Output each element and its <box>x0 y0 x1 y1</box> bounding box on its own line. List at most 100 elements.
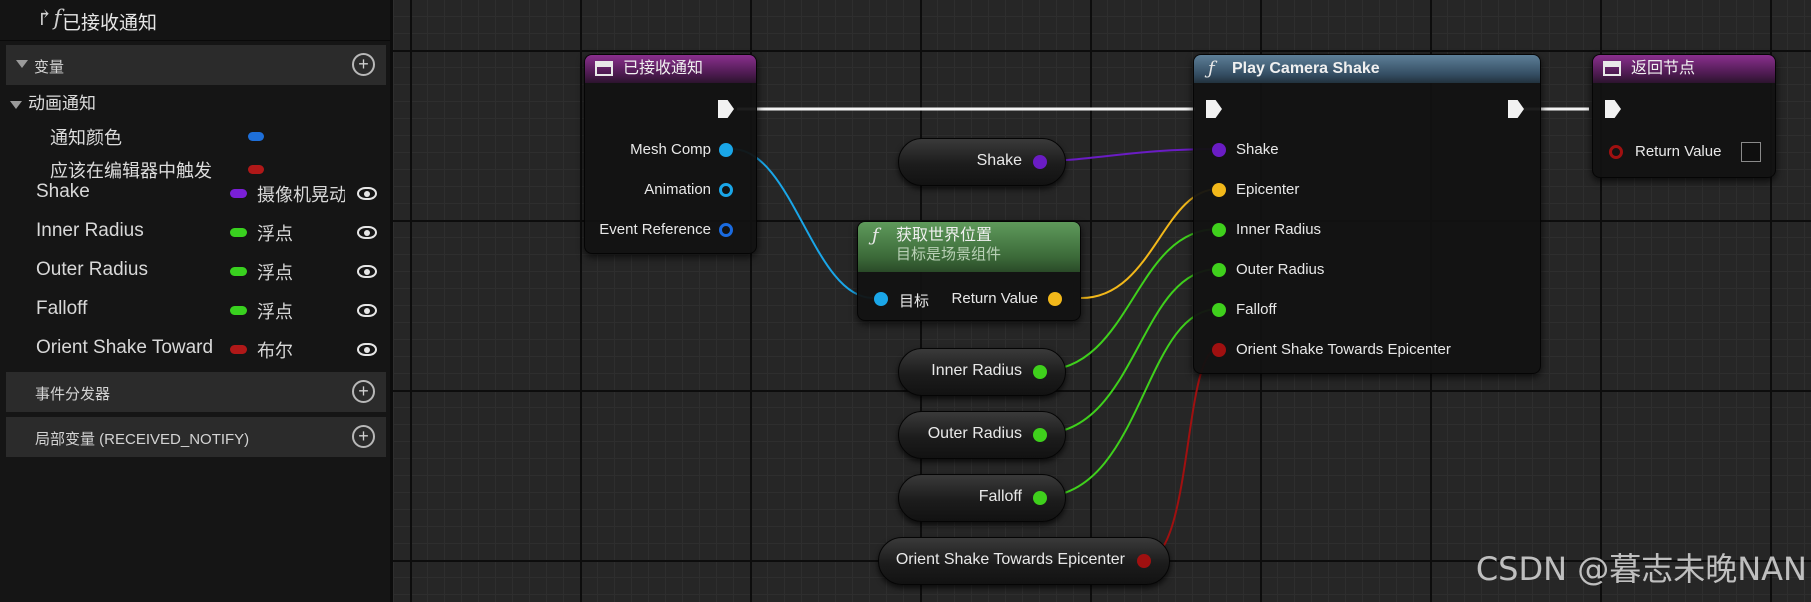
function-title-row[interactable]: ↱f 已接收通知 <box>0 0 390 41</box>
function-title: 已接收通知 <box>62 13 158 34</box>
locals-section-label: 局部变量 (RECEIVED_NOTIFY) <box>35 431 250 448</box>
pin-return-value-in[interactable] <box>1609 145 1623 159</box>
pin-label-orient: Orient Shake Towards Epicenter <box>1236 341 1451 358</box>
pin-outer-radius-out[interactable] <box>1033 428 1047 442</box>
get-inner-radius-variable-node[interactable]: Inner Radius <box>898 348 1066 396</box>
get-falloff-variable-node[interactable]: Falloff <box>898 474 1066 522</box>
pin-label-target: 目标 <box>899 293 930 310</box>
variables-section-header[interactable]: 变量 + <box>6 45 386 85</box>
wire-falloff <box>1039 308 1219 498</box>
pin-event-reference[interactable] <box>719 223 733 237</box>
add-local-variable-icon[interactable]: + <box>352 425 375 448</box>
category-anim-notify[interactable]: 动画通知 <box>10 89 96 114</box>
category-label: 动画通知 <box>28 94 96 113</box>
float-type-pill <box>230 228 247 237</box>
get-world-location-subtitle: 目标是场景组件 <box>896 246 1002 263</box>
my-blueprint-panel: ↱f 已接收通知 变量 + 动画通知 通知颜色 应该在编辑器中触发 Shake … <box>0 0 393 602</box>
pin-mesh-comp[interactable] <box>719 143 733 157</box>
variables-section-label: 变量 <box>34 59 65 76</box>
variable-inner-radius[interactable]: Inner Radius <box>36 220 144 242</box>
return-node-header[interactable]: 返回节点 <box>1593 55 1775 83</box>
pin-label-return-value: Return Value <box>951 290 1038 307</box>
return-node[interactable]: 返回节点 Return Value <box>1592 54 1776 178</box>
float-type-pill <box>230 267 247 276</box>
visibility-eye-icon[interactable] <box>357 265 377 278</box>
add-dispatcher-icon[interactable]: + <box>352 380 375 403</box>
exec-out-pin[interactable] <box>718 100 734 118</box>
collapse-triangle-icon[interactable] <box>16 60 28 68</box>
visibility-eye-icon[interactable] <box>357 187 377 200</box>
pin-inner-radius-in[interactable] <box>1212 223 1226 237</box>
pin-animation[interactable] <box>719 183 733 197</box>
pin-return-value[interactable] <box>1048 292 1062 306</box>
pin-label-shake: Shake <box>1236 141 1279 158</box>
entry-node-received-notify[interactable]: 已接收通知 Mesh Comp Animation Event Referenc… <box>584 54 757 254</box>
function-icon: ƒ <box>1208 58 1215 79</box>
blueprint-graph-canvas[interactable]: 已接收通知 Mesh Comp Animation Event Referenc… <box>393 0 1811 602</box>
collapse-triangle-icon[interactable] <box>10 100 22 109</box>
var-node-label-orient: Orient Shake Towards Epicenter <box>895 551 1125 568</box>
shake-type-pill <box>230 189 247 198</box>
function-icon: ƒ <box>872 225 879 246</box>
get-world-location-node[interactable]: ƒ 获取世界位置 目标是场景组件 目标 Return Value <box>857 221 1081 321</box>
add-variable-icon[interactable]: + <box>352 53 375 76</box>
variable-outer-radius[interactable]: Outer Radius <box>36 259 148 281</box>
entry-node-title: 已接收通知 <box>623 60 704 77</box>
get-world-location-title: 获取世界位置 <box>896 227 993 244</box>
variable-type: 浮点 <box>257 302 293 322</box>
sub-item-notify-color[interactable]: 通知颜色 <box>50 124 122 150</box>
pin-target[interactable] <box>874 292 888 306</box>
event-dispatchers-section-header[interactable]: 事件分发器 + <box>6 372 386 412</box>
bool-type-pill <box>248 165 264 174</box>
pin-label-event-reference: Event Reference <box>599 221 711 238</box>
play-camera-shake-node[interactable]: ƒ Play Camera Shake Shake Epicenter Inne… <box>1193 54 1541 374</box>
pin-orient-in[interactable] <box>1212 343 1226 357</box>
visibility-eye-icon[interactable] <box>357 343 377 356</box>
variable-type: 摄像机晃动 <box>257 185 345 205</box>
pin-label-outer-radius: Outer Radius <box>1236 261 1325 278</box>
wire-orient <box>1144 348 1219 561</box>
var-node-label-falloff: Falloff <box>978 488 1022 505</box>
entry-node-header[interactable]: 已接收通知 <box>585 55 756 83</box>
local-variables-section-header[interactable]: 局部变量 (RECEIVED_NOTIFY) + <box>6 417 386 457</box>
exec-in-pin[interactable] <box>1605 100 1621 118</box>
exec-out-pin[interactable] <box>1508 100 1524 118</box>
get-orient-shake-variable-node[interactable]: Orient Shake Towards Epicenter <box>878 537 1170 585</box>
variable-type: 浮点 <box>257 224 293 244</box>
get-shake-variable-node[interactable]: Shake <box>898 138 1066 186</box>
pin-shake-in[interactable] <box>1212 143 1226 157</box>
variable-falloff[interactable]: Falloff <box>36 298 87 320</box>
var-node-label-outer-radius: Outer Radius <box>927 425 1022 442</box>
get-outer-radius-variable-node[interactable]: Outer Radius <box>898 411 1066 459</box>
pin-epicenter[interactable] <box>1212 183 1226 197</box>
pin-label-falloff: Falloff <box>1236 301 1277 318</box>
var-node-label-shake: Shake <box>976 152 1022 169</box>
pin-label-epicenter: Epicenter <box>1236 181 1300 198</box>
return-node-title: 返回节点 <box>1631 60 1696 77</box>
variable-type: 布尔 <box>257 341 293 361</box>
dispatchers-section-label: 事件分发器 <box>35 386 111 403</box>
pin-inner-radius-out[interactable] <box>1033 365 1047 379</box>
wire-shake <box>1039 148 1219 162</box>
function-override-icon: ↱f <box>36 6 62 30</box>
get-world-location-header[interactable]: ƒ 获取世界位置 目标是场景组件 <box>858 222 1080 272</box>
variable-shake[interactable]: Shake <box>36 181 90 203</box>
variable-type: 浮点 <box>257 263 293 283</box>
color-type-pill <box>248 132 264 141</box>
play-camera-shake-header[interactable]: ƒ Play Camera Shake <box>1194 55 1540 83</box>
pin-falloff-in[interactable] <box>1212 303 1226 317</box>
visibility-eye-icon[interactable] <box>357 304 377 317</box>
pin-orient-out[interactable] <box>1137 554 1151 568</box>
visibility-eye-icon[interactable] <box>357 226 377 239</box>
return-value-checkbox[interactable] <box>1741 142 1761 162</box>
pin-label-inner-radius: Inner Radius <box>1236 221 1322 238</box>
float-type-pill <box>230 306 247 315</box>
variable-orient-shake[interactable]: Orient Shake Toward <box>36 337 213 359</box>
exec-in-pin[interactable] <box>1206 100 1222 118</box>
pin-label-return-value: Return Value <box>1635 143 1722 160</box>
pin-falloff-out[interactable] <box>1033 491 1047 505</box>
sub-item-fire-in-editor[interactable]: 应该在编辑器中触发 <box>50 157 212 183</box>
var-node-label-inner-radius: Inner Radius <box>931 362 1022 379</box>
pin-outer-radius-in[interactable] <box>1212 263 1226 277</box>
pin-shake-out[interactable] <box>1033 155 1047 169</box>
